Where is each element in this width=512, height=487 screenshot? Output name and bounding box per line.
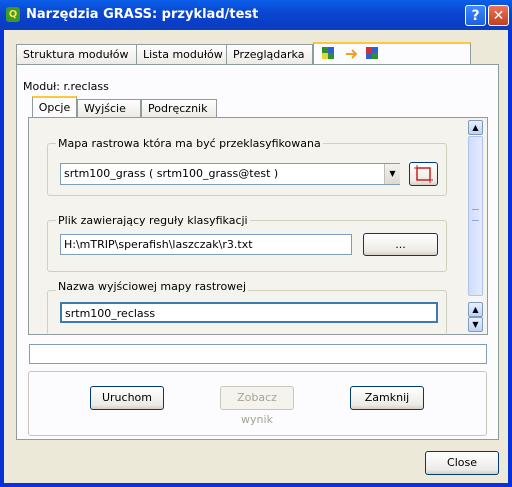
help-button[interactable]: ? [465,5,486,26]
browse-button[interactable]: ... [363,233,438,256]
raster-reclass-icon [322,47,378,59]
input-map-value: srtm100_grass ( srtm100_grass@test ) [64,167,279,180]
tab-label: Podręcznik [148,102,208,115]
tab-module-list[interactable]: Lista modułów [136,44,227,64]
window: Q Narzędzia GRASS: przyklad/test ? ✕ Str… [0,0,512,487]
status-field[interactable] [29,344,487,364]
run-button[interactable]: Uruchom [90,386,164,410]
close-module-label: Zamknij [364,391,410,404]
tab-label: Przeglądarka [233,48,305,61]
browse-label: ... [395,238,406,251]
tab-label: Lista modułów [143,48,223,61]
scroll-up-button[interactable]: ▲ [468,120,483,135]
input-map-label: Mapa rastrowa która ma być przeklasyfiko… [56,137,323,150]
window-title: Narzędzia GRASS: przyklad/test [26,7,259,22]
dialog-body: Struktura modułów Lista modułów Przegląd… [4,30,508,483]
scroll-down-button[interactable]: ▼ [468,317,483,332]
output-map-input[interactable]: srtm100_reclass [60,302,438,323]
close-button[interactable]: Close [425,451,499,475]
crop-icon [414,165,433,183]
output-map-label: Nazwa wyjściowej mapy rastrowej [56,280,249,293]
rules-file-value: H:\mTRIP\sperafish\laszczak\r3.txt [64,238,253,251]
module-label: Moduł: r.reclass [23,80,109,93]
tab-label: Opcje [38,101,71,114]
scrollbar-thumb[interactable] [468,136,483,296]
tab-options[interactable]: Opcje [32,96,77,118]
select-region-button[interactable] [409,162,438,186]
close-module-button[interactable]: Zamknij [350,386,424,410]
tab-manual[interactable]: Podręcznik [141,99,217,117]
rules-file-label: Plik zawierający reguły klasyfikacji [56,214,250,227]
run-label: Uruchom [101,391,152,404]
view-result-label: Zobacz wynik [237,391,277,426]
output-map-value: srtm100_reclass [65,307,156,320]
rules-file-input[interactable]: H:\mTRIP\sperafish\laszczak\r3.txt [60,234,352,255]
chevron-down-icon[interactable]: ▼ [384,164,400,184]
qgis-icon: Q [6,7,20,22]
close-label: Close [447,456,477,469]
close-window-button[interactable]: ✕ [488,5,509,26]
tab-module-tree[interactable]: Struktura modułów [16,44,137,64]
view-result-button[interactable]: Zobacz wynik [220,386,294,426]
grip-icon [472,209,479,221]
tab-module-options[interactable] [313,42,471,65]
tab-label: Struktura modułów [23,48,129,61]
tab-output[interactable]: Wyjście [77,99,141,117]
title-bar[interactable]: Q Narzędzia GRASS: przyklad/test ? ✕ [0,0,512,30]
tab-label: Wyjście [84,102,126,115]
input-map-select[interactable]: srtm100_grass ( srtm100_grass@test ) [60,163,400,185]
scroll-up-button-lower[interactable]: ▲ [468,302,483,317]
tab-browser[interactable]: Przeglądarka [226,44,313,64]
